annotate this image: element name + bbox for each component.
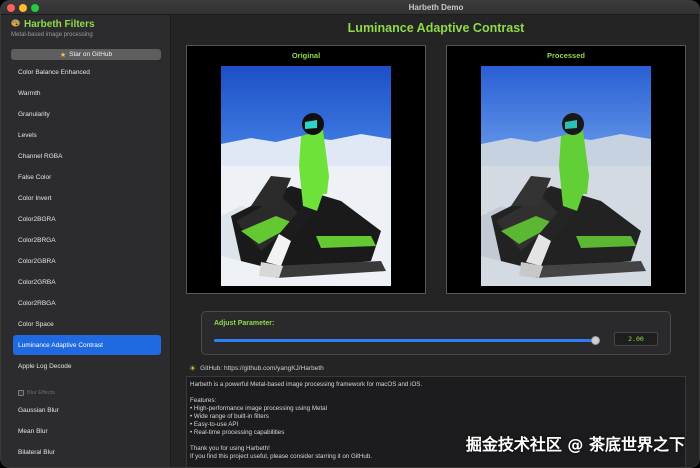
sidebar: Harbeth Filters Metal-based image proces…: [1, 15, 171, 467]
sun-icon: ☀: [189, 364, 197, 373]
filter-item-color2rbga[interactable]: Color2RBGA: [13, 293, 161, 313]
github-link-text: GitHub: https://github.com/yangKJ/Harbet…: [200, 365, 324, 372]
info-line: • Easy-to-use API: [190, 421, 239, 428]
page-title: Luminance Adaptive Contrast: [347, 21, 525, 35]
star-button-label: Star on GitHub: [69, 51, 113, 58]
blur-effects-label: Blur Effects: [27, 390, 56, 396]
slider-thumb[interactable]: [591, 336, 600, 345]
github-link[interactable]: ☀ GitHub: https://github.com/yangKJ/Harb…: [189, 364, 324, 373]
filter-item-color2brga[interactable]: Color2BRGA: [13, 230, 161, 250]
adjust-parameter-label: Adjust Parameter:: [214, 320, 275, 327]
info-line: Harbeth is a powerful Metal-based image …: [190, 381, 423, 388]
adjust-parameter-box: Adjust Parameter: 2.00: [201, 311, 671, 355]
filter-item-color-balance-enhanced[interactable]: Color Balance Enhanced: [13, 62, 161, 82]
original-label: Original: [291, 51, 321, 60]
processed-label: Processed: [547, 51, 585, 60]
app-subtitle: Metal-based image processing: [11, 32, 93, 38]
info-line: [190, 389, 682, 397]
main-content: Luminance Adaptive Contrast Original Pro…: [171, 15, 699, 467]
app-title: Harbeth Filters: [24, 19, 95, 30]
info-line: • Wide range of built-in filters: [190, 413, 269, 420]
parameter-slider[interactable]: [214, 336, 600, 345]
filter-item-gaussian-blur[interactable]: Gaussian Blur: [13, 400, 161, 420]
filter-item-levels[interactable]: Levels: [13, 125, 161, 145]
filter-item-apple-log-decode[interactable]: Apple Log Decode: [13, 356, 161, 376]
slider-fill: [214, 339, 596, 342]
filter-item-color-invert[interactable]: Color Invert: [13, 188, 161, 208]
original-image-panel: Original: [186, 45, 426, 294]
app-header: Harbeth Filters: [11, 19, 95, 30]
title-bar: Harbeth Demo: [1, 1, 699, 15]
filter-item-color2grba[interactable]: Color2GRBA: [13, 272, 161, 292]
processed-image: [481, 66, 651, 286]
close-window-button[interactable]: [7, 4, 15, 12]
palette-icon: [11, 19, 20, 30]
filter-item-warmth[interactable]: Warmth: [13, 83, 161, 103]
filter-item-granularity[interactable]: Granularity: [13, 104, 161, 124]
info-line: Features:: [190, 397, 217, 404]
filter-item-color2gbra[interactable]: Color2GBRA: [13, 251, 161, 271]
filter-item-bilateral-blur[interactable]: Bilateral Blur: [13, 442, 161, 462]
filter-item-false-color[interactable]: False Color: [13, 167, 161, 187]
star-icon: ★: [59, 51, 67, 59]
app-window: Harbeth Demo Harbeth Filters Metal-based…: [0, 0, 700, 468]
info-line: • High-performance image processing usin…: [190, 405, 327, 412]
filter-item-luminance-adaptive-contrast[interactable]: Luminance Adaptive Contrast: [13, 335, 161, 355]
filter-item-mean-blur[interactable]: Mean Blur: [13, 421, 161, 441]
original-image: [221, 66, 391, 286]
blur-effects-toggle[interactable]: Blur Effects: [18, 390, 55, 396]
star-on-github-button[interactable]: ★ Star on GitHub: [11, 49, 161, 60]
window-title: Harbeth Demo: [408, 3, 464, 12]
processed-image-panel: Processed: [446, 45, 686, 294]
minimize-window-button[interactable]: [19, 4, 27, 12]
parameter-value-field[interactable]: 2.00: [614, 332, 658, 346]
watermark: 掘金技术社区 @ 茶底世界之下: [465, 435, 685, 454]
filter-item-color2bgra[interactable]: Color2BGRA: [13, 209, 161, 229]
blur-effects-checkbox[interactable]: [18, 390, 24, 396]
filter-item-color-space[interactable]: Color Space: [13, 314, 161, 334]
maximize-window-button[interactable]: [31, 4, 39, 12]
filter-item-channel-rgba[interactable]: Channel RGBA: [13, 146, 161, 166]
